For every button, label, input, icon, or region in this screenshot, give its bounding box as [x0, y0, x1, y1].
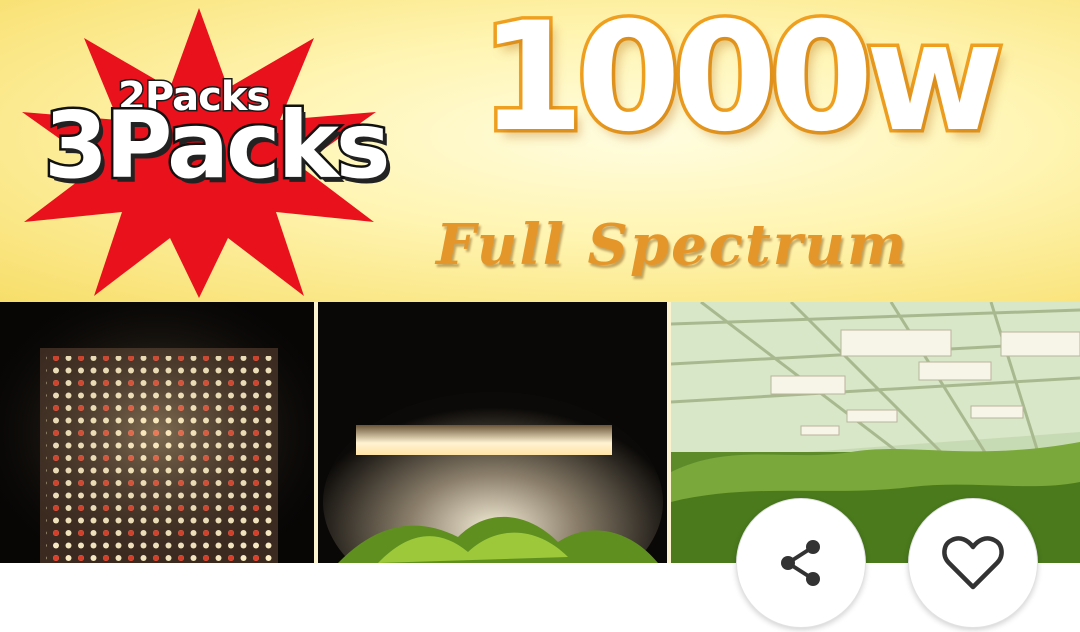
three-packs-label: 3Packs — [42, 92, 394, 199]
grow-tent-photo — [318, 302, 667, 563]
share-icon — [781, 540, 820, 586]
product-image-banner[interactable]: 2Packs 3Packs 1000w Full Spectrum — [0, 0, 1080, 563]
led-panel-photo — [0, 302, 314, 563]
banner-header: 2Packs 3Packs 1000w Full Spectrum — [0, 0, 1080, 302]
led-panel-illustration — [0, 302, 314, 563]
full-spectrum-subtitle: Full Spectrum — [436, 212, 909, 278]
wattage-title: 1000w — [476, 0, 1007, 165]
grow-tent-illustration — [318, 302, 667, 563]
share-button[interactable] — [736, 498, 866, 628]
favorite-button[interactable] — [908, 498, 1038, 628]
heart-outline-icon — [942, 536, 1004, 590]
